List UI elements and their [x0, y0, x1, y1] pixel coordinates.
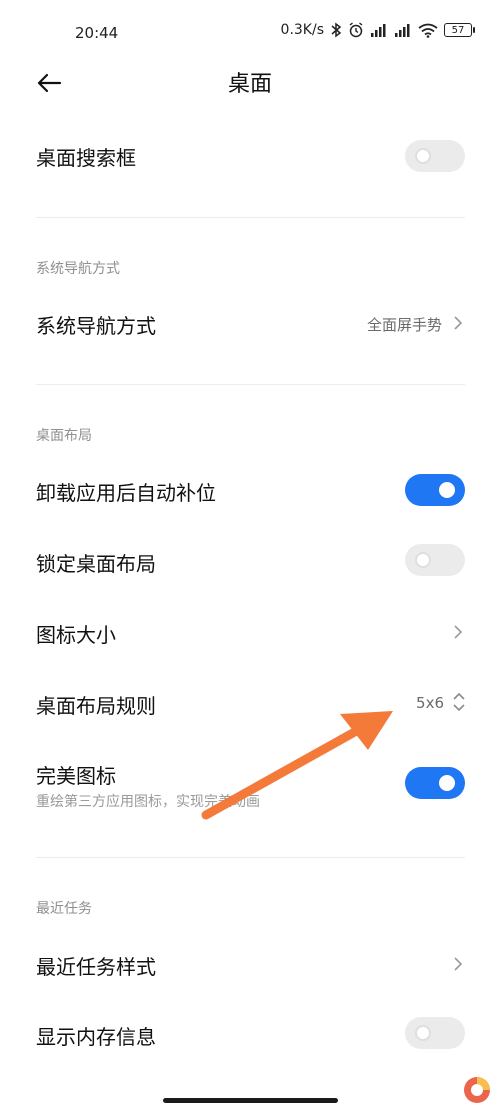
layout-rule-value: 5x6: [416, 694, 444, 712]
section-header-layout: 桌面布局: [36, 428, 92, 444]
watermark-logo: [462, 1075, 492, 1105]
search-box-toggle[interactable]: [405, 140, 465, 172]
net-speed: 0.3K/s: [280, 22, 324, 38]
status-icons: 0.3K/s 57: [280, 22, 475, 38]
alarm-icon: [348, 22, 364, 38]
divider: [36, 384, 465, 385]
layout-rule-label: 桌面布局规则: [36, 694, 156, 718]
icon-size-row[interactable]: 图标大小: [0, 604, 500, 660]
recent-style-row[interactable]: 最近任务样式: [0, 936, 500, 992]
divider: [36, 217, 465, 218]
perfect-icons-description: 重绘第三方应用图标，实现完美动画: [36, 794, 260, 810]
section-header-recent: 最近任务: [36, 901, 92, 917]
divider: [36, 857, 465, 858]
watermark-icon: [464, 1077, 490, 1103]
section-header-navigation: 系统导航方式: [36, 261, 120, 277]
wifi-icon: [418, 23, 438, 38]
perfect-icons-toggle[interactable]: [405, 767, 465, 799]
page-title: 桌面: [227, 72, 272, 97]
chevron-right-icon: [454, 316, 463, 330]
status-time: 20:44: [75, 24, 119, 42]
lock-layout-label: 锁定桌面布局: [36, 552, 156, 576]
chevron-right-icon: [454, 957, 463, 971]
signal-icon: [370, 23, 388, 37]
memory-info-label: 显示内存信息: [36, 1025, 156, 1049]
toggle-knob: [415, 148, 431, 164]
perfect-icons-label: 完美图标: [36, 764, 116, 788]
toggle-knob: [415, 1025, 431, 1041]
search-box-label: 桌面搜索框: [36, 146, 136, 170]
chevron-right-icon: [454, 625, 463, 639]
nav-mode-row[interactable]: 系统导航方式 全面屏手势: [0, 295, 500, 351]
nav-mode-value: 全面屏手势: [366, 316, 442, 334]
nav-mode-label: 系统导航方式: [36, 314, 156, 338]
signal-hd-icon: [394, 23, 412, 37]
toggle-knob: [439, 775, 455, 791]
bluetooth-icon: [330, 22, 342, 38]
auto-fill-toggle[interactable]: [405, 474, 465, 506]
recent-style-label: 最近任务样式: [36, 955, 156, 979]
icon-size-label: 图标大小: [36, 623, 116, 647]
toggle-knob: [415, 552, 431, 568]
toggle-knob: [439, 482, 455, 498]
lock-layout-toggle[interactable]: [405, 544, 465, 576]
battery-icon: 57: [444, 23, 475, 37]
memory-info-toggle[interactable]: [405, 1017, 465, 1049]
home-indicator[interactable]: [163, 1098, 338, 1103]
chevron-up-down-icon: [453, 692, 465, 712]
auto-fill-label: 卸载应用后自动补位: [36, 481, 216, 505]
layout-rule-row[interactable]: 桌面布局规则 5x6: [0, 675, 500, 731]
